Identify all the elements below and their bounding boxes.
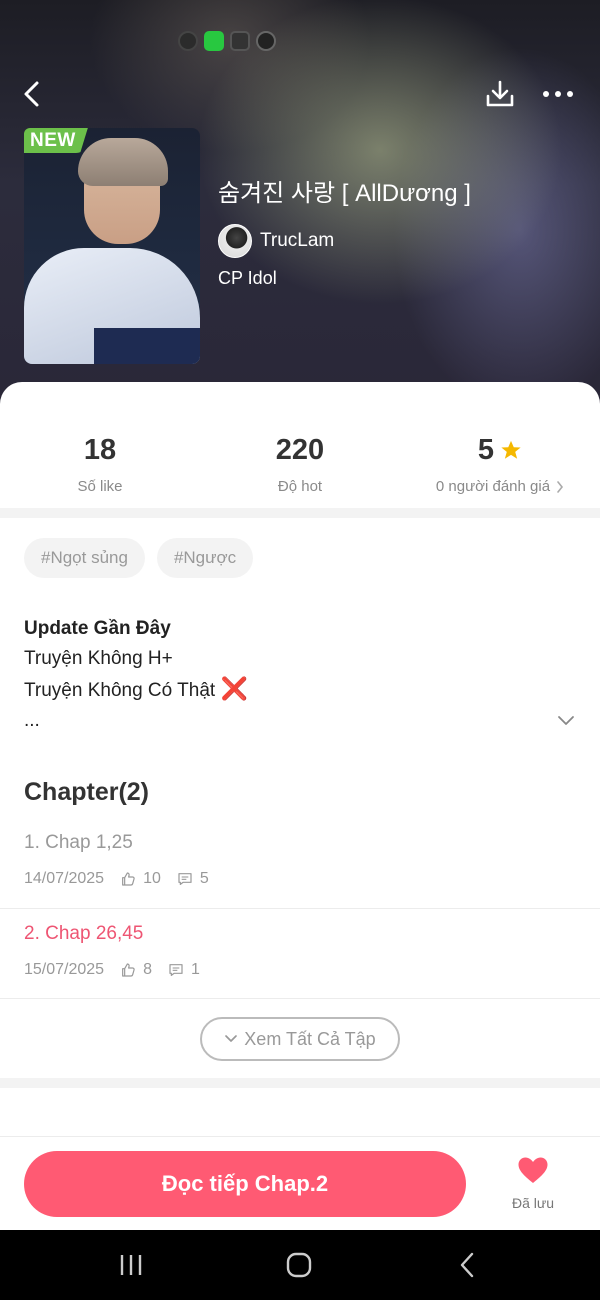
chapter-item[interactable]: 1. Chap 1,25 14/07/2025 10 5 (0, 818, 600, 908)
author-name[interactable]: TrucLam (260, 230, 334, 252)
section-divider (0, 1078, 600, 1088)
chapter-meta: 14/07/2025 10 5 (24, 870, 600, 888)
chapter-date: 15/07/2025 (24, 961, 105, 978)
hero-header: NEW 숨겨진 사랑 [ AllDương ] TrucLam CP Idol (0, 0, 600, 410)
story-category[interactable]: CP Idol (218, 268, 277, 289)
recent-apps-button[interactable] (114, 1248, 148, 1282)
home-icon (286, 1252, 312, 1278)
chapter-title: 2. Chap 26,45 (24, 923, 144, 944)
comment-icon (178, 873, 192, 885)
youtube-icon (230, 31, 250, 51)
story-title: 숨겨진 사랑 [ AllDương ] (218, 180, 471, 207)
chapter-heading: Chapter(2) (24, 778, 150, 806)
description-line: Truyện Không H+ (24, 648, 173, 669)
stats-row: 18 Số like 220 Độ hot 5 0 người đánh giá (0, 432, 600, 495)
hot-label: Độ hot (277, 478, 323, 495)
system-back-button[interactable] (450, 1248, 484, 1282)
chapter-meta: 15/07/2025 8 1 (24, 961, 600, 979)
expand-description-button[interactable] (556, 710, 576, 730)
author-avatar[interactable] (218, 224, 252, 258)
notification-icon (178, 31, 198, 51)
rating-value: 5 (477, 434, 495, 466)
chapter-comments: 5 (199, 870, 209, 887)
stat-rating[interactable]: 5 0 người đánh giá (400, 432, 600, 495)
home-button[interactable] (282, 1248, 316, 1282)
rating-count-label: 0 người đánh giá (435, 478, 551, 495)
more-options-button[interactable] (538, 74, 578, 114)
tag-list: #Ngọt sủng #Ngược (24, 538, 254, 578)
thumb-up-icon (122, 963, 135, 977)
chapter-divider (0, 998, 600, 999)
saved-button[interactable]: Đã lưu (496, 1156, 570, 1211)
messenger-icon (256, 31, 276, 51)
chapter-date: 14/07/2025 (24, 870, 105, 887)
see-all-chapters-button[interactable]: Xem Tất Cả Tập (200, 1017, 400, 1061)
chevron-right-icon (557, 480, 564, 493)
chapter-likes: 10 (143, 870, 161, 887)
cover-image[interactable] (24, 128, 200, 364)
comment-icon (169, 964, 183, 976)
rating-value-row: 5 (400, 432, 600, 468)
chevron-down-icon (558, 716, 574, 725)
story-description[interactable]: Update Gần Đây Truyện Không H+ Truyện Kh… (24, 614, 248, 736)
continue-reading-button[interactable]: Đọc tiếp Chap.2 (24, 1151, 466, 1217)
stat-likes: 18 Số like (0, 432, 200, 495)
stat-hot: 220 Độ hot (200, 432, 400, 495)
thumb-up-icon (122, 872, 135, 886)
bottom-bar-divider (0, 1136, 600, 1137)
likes-label: Số like (77, 478, 123, 495)
status-bar-icons (178, 31, 276, 51)
saved-label: Đã lưu (511, 1195, 555, 1211)
rating-label-row[interactable]: 0 người đánh giá (400, 478, 600, 495)
back-arrow-icon (460, 1252, 474, 1278)
description-line: Truyện Không Có Thật ❌ (24, 674, 248, 706)
tag-chip[interactable]: #Ngọt sủng (24, 538, 145, 578)
back-button[interactable] (12, 74, 52, 114)
chapter-item-active[interactable]: 2. Chap 26,45 15/07/2025 8 1 (0, 909, 600, 999)
author-info[interactable]: TrucLam (218, 224, 334, 258)
details-sheet: 18 Số like 220 Độ hot 5 0 người đánh giá (0, 382, 600, 1232)
description-text: Truyện Không Có Thật (24, 680, 216, 701)
heart-icon (518, 1157, 548, 1183)
system-navigation-bar (0, 1230, 600, 1300)
chevron-down-icon (225, 1035, 238, 1042)
star-icon (501, 440, 521, 459)
chapter-comments: 1 (190, 961, 200, 978)
see-all-label: Xem Tất Cả Tập (244, 1028, 376, 1049)
description-ellipsis: ... (24, 710, 40, 731)
likes-count: 18 (83, 434, 117, 466)
app-notification-icon (204, 31, 224, 51)
new-badge: NEW (24, 128, 88, 153)
cross-mark-icon: ❌ (220, 676, 248, 701)
download-icon (486, 80, 514, 107)
more-icon (543, 91, 573, 97)
recent-apps-icon (120, 1255, 142, 1275)
hot-count: 220 (275, 434, 325, 466)
description-line: Update Gần Đây (24, 618, 171, 639)
chapter-likes: 8 (143, 961, 152, 978)
download-button[interactable] (480, 74, 520, 114)
tag-chip[interactable]: #Ngược (156, 538, 254, 578)
chevron-left-icon (24, 81, 39, 107)
section-divider (0, 508, 600, 518)
chapter-title: 1. Chap 1,25 (24, 832, 133, 853)
